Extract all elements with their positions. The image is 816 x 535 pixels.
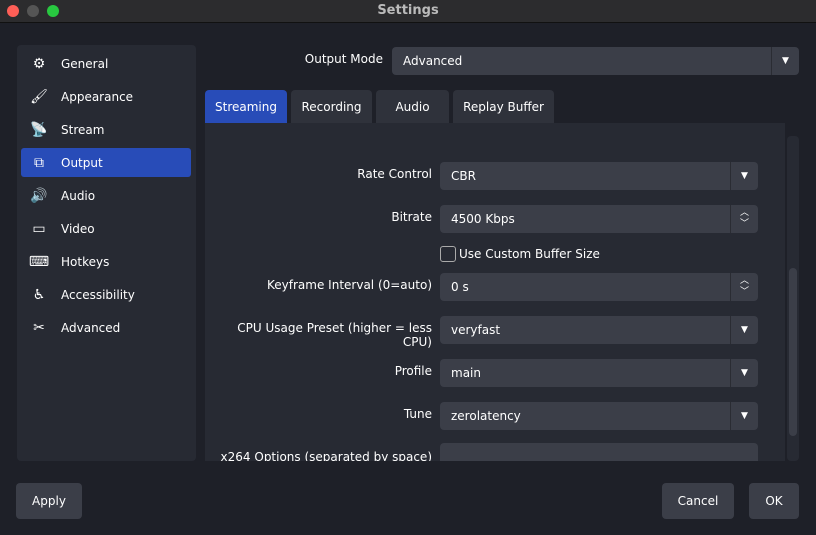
ok-button[interactable]: OK (749, 483, 799, 519)
sidebar-item-label: Stream (61, 122, 105, 137)
chevron-down-icon: ▼ (730, 402, 758, 430)
appearance-icon: 🖌 (30, 88, 48, 105)
speaker-icon: 🔊 (30, 187, 48, 204)
streaming-settings-panel: Rate Control CBR ▼ Bitrate 4500 Kbps ︿ ﹀ Us… (205, 123, 785, 461)
profile-value: main (451, 366, 481, 380)
bitrate-spinbox[interactable]: 4500 Kbps ︿ ﹀ (440, 205, 758, 233)
title-bar: Settings (0, 0, 816, 23)
tools-icon: ✂ (33, 319, 45, 336)
chevron-down-icon: ▼ (771, 47, 799, 75)
x264-options-label: x264 Options (separated by space) (220, 450, 432, 461)
tune-label: Tune (403, 407, 432, 421)
output-mode-label: Output Mode (304, 52, 383, 66)
cpu-preset-value: veryfast (451, 323, 501, 337)
cpu-preset-label: CPU Usage Preset (higher = less CPU) (237, 321, 432, 349)
custom-buffer-checkbox[interactable] (440, 246, 456, 262)
spin-arrows-icon[interactable]: ︿ ﹀ (730, 273, 758, 301)
sidebar-item-output[interactable]: ⧉ Output (21, 148, 191, 177)
apply-button[interactable]: Apply (16, 483, 82, 519)
custom-buffer-label: Use Custom Buffer Size (459, 247, 600, 261)
rate-control-label: Rate Control (357, 167, 432, 181)
gear-icon: ⚙ (32, 55, 46, 72)
output-mode-value: Advanced (403, 54, 463, 68)
keyboard-icon: ⌨ (28, 253, 50, 270)
tune-select[interactable]: zerolatency ▼ (440, 402, 758, 430)
profile-select[interactable]: main ▼ (440, 359, 758, 387)
tab-recording[interactable]: Recording (291, 90, 372, 124)
sidebar-item-label: Accessibility (61, 287, 135, 302)
accessibility-icon: ♿ (32, 286, 46, 303)
bitrate-value: 4500 Kbps (451, 212, 515, 226)
sidebar-item-label: Hotkeys (61, 254, 110, 269)
tab-audio[interactable]: Audio (376, 90, 449, 124)
window-title: Settings (377, 3, 439, 18)
sidebar-item-hotkeys[interactable]: ⌨ Hotkeys (21, 247, 191, 276)
chevron-down-icon: ▼ (730, 162, 758, 190)
rate-control-select[interactable]: CBR ▼ (440, 162, 758, 190)
close-window-button[interactable] (7, 5, 19, 17)
sidebar-item-general[interactable]: ⚙ General (21, 49, 191, 78)
sidebar-item-label: Advanced (61, 320, 121, 335)
profile-label: Profile (394, 364, 432, 378)
sidebar-item-video[interactable]: ▭ Video (21, 214, 191, 243)
sidebar-item-label: Video (61, 221, 95, 236)
x264-options-input[interactable] (440, 443, 758, 461)
keyframe-value: 0 s (451, 280, 469, 294)
antenna-icon: 📡 (30, 121, 48, 138)
bitrate-label: Bitrate (391, 210, 432, 224)
sidebar-item-label: Audio (61, 188, 96, 203)
keyframe-label: Keyframe Interval (0=auto) (267, 278, 432, 292)
chevron-down-icon: ▼ (730, 316, 758, 344)
keyframe-spinbox[interactable]: 0 s ︿ ﹀ (440, 273, 758, 301)
output-mode-select[interactable]: Advanced ▼ (392, 47, 799, 75)
tab-streaming[interactable]: Streaming (205, 90, 287, 124)
cancel-button[interactable]: Cancel (662, 483, 734, 519)
tune-value: zerolatency (451, 409, 521, 423)
sidebar-item-label: Output (61, 155, 103, 170)
tab-replay-buffer[interactable]: Replay Buffer (453, 90, 554, 124)
monitor-icon: ▭ (32, 220, 46, 237)
sidebar-item-label: General (61, 56, 109, 71)
sidebar-item-audio[interactable]: 🔊 Audio (21, 181, 191, 210)
cpu-preset-select[interactable]: veryfast ▼ (440, 316, 758, 344)
sidebar-item-appearance[interactable]: 🖌 Appearance (21, 82, 191, 111)
maximize-window-button[interactable] (47, 5, 59, 17)
sidebar-item-advanced[interactable]: ✂ Advanced (21, 313, 191, 342)
output-icon: ⧉ (34, 154, 44, 171)
sidebar-item-accessibility[interactable]: ♿ Accessibility (21, 280, 191, 309)
minimize-window-button[interactable] (27, 5, 39, 17)
settings-sidebar: ⚙ General 🖌 Appearance 📡 Stream ⧉ Output 🔊 Audio ▭… (17, 45, 196, 461)
sidebar-item-stream[interactable]: 📡 Stream (21, 115, 191, 144)
rate-control-value: CBR (451, 169, 476, 183)
chevron-down-icon: ▼ (730, 359, 758, 387)
sidebar-item-label: Appearance (61, 89, 134, 104)
spin-arrows-icon[interactable]: ︿ ﹀ (730, 205, 758, 233)
scrollbar-thumb[interactable] (789, 268, 797, 436)
